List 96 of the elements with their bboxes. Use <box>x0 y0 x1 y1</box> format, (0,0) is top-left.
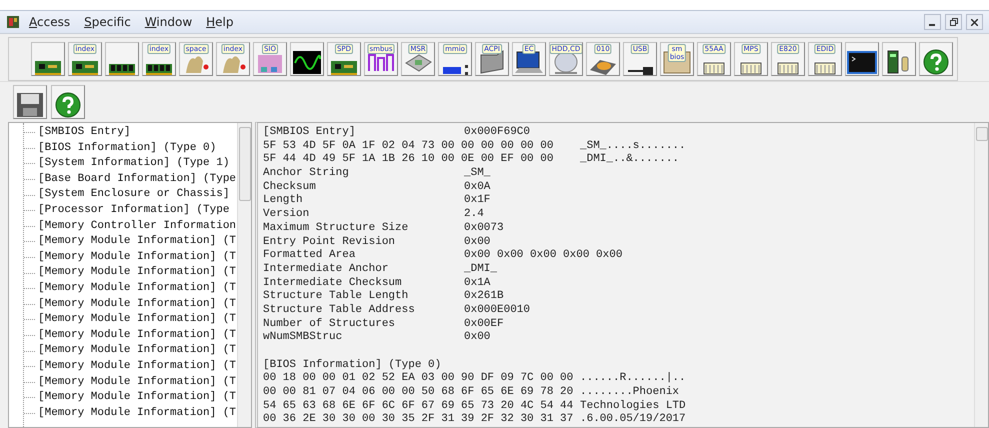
tree-item[interactable]: [Memory Module Information] (T <box>38 390 236 406</box>
scrollbar[interactable] <box>237 123 251 427</box>
tree-item[interactable]: [Memory Module Information] (T <box>38 234 236 250</box>
tree-item[interactable]: [Base Board Information] (Type <box>38 172 236 188</box>
tree-item[interactable]: [Memory Module Information] (T <box>38 280 236 297</box>
field-value: 0x000E0010 <box>464 304 530 318</box>
usb-plug-icon <box>628 67 652 75</box>
ascii-text: .6.00.05/19/2017 <box>580 413 686 428</box>
tree-item[interactable]: [Memory Module Information] (T <box>38 374 236 390</box>
field-name: Entry Point Revision <box>263 236 396 249</box>
field-value: _DMI_ <box>464 262 498 277</box>
toolbar-button[interactable] <box>845 42 879 76</box>
tree-item[interactable]: [Memory Module Information] (T <box>38 328 236 344</box>
section-heading: [BIOS Information] (Type 0) <box>263 358 442 372</box>
field-value: 0x00EF <box>464 318 504 332</box>
field-name: Intermediate Anchor <box>263 262 390 277</box>
ascii-text: ......R......|.. <box>580 372 686 386</box>
toolbar-button[interactable] <box>882 42 916 76</box>
field-value: 0x00 <box>464 331 490 345</box>
menu-item[interactable]: Specific <box>79 14 136 30</box>
hex-bytes: 54 65 63 68 6E 6F 6C 6F 67 69 65 73 20 4C 54 44 <box>263 400 574 414</box>
toolbar-button[interactable] <box>105 42 139 76</box>
tree-item[interactable]: [Memory Module Information] (T <box>38 312 236 328</box>
help-icon <box>53 92 83 118</box>
ascii-text: _SM_....s....... <box>580 140 686 154</box>
scrollbar[interactable] <box>974 123 988 427</box>
menu-item[interactable]: Help <box>201 14 239 30</box>
tree-item[interactable]: [SMBIOS Entry] <box>38 125 130 141</box>
toolbar-button[interactable] <box>290 42 324 76</box>
hex-bytes: 5F 53 4D 5F 0A 1F 02 04 73 00 00 00 00 00 00 <box>263 140 554 154</box>
tree-item[interactable]: [BIOS Information] (Type 0) <box>38 140 216 156</box>
close-button[interactable] <box>966 14 983 30</box>
field-name: Version <box>263 208 310 222</box>
waveform-icon <box>292 49 322 75</box>
field-name: Length <box>263 194 304 208</box>
tree-item[interactable]: [Memory Module Information] (T <box>38 358 236 374</box>
field-value: 2.4 <box>464 208 484 222</box>
ascii-text: _DMI_..&....... <box>580 153 680 168</box>
field-name: Checksum <box>263 180 317 194</box>
tree-item[interactable]: [Memory Module Information] (T <box>38 343 236 359</box>
restore-icon <box>950 18 958 26</box>
field-value: 0x0A <box>464 180 490 194</box>
minimize-button[interactable] <box>924 14 941 30</box>
field-name: Number of Structures <box>263 318 396 332</box>
circuit-board-icon <box>35 61 61 75</box>
field-name: wNumSMBStruc <box>263 331 344 345</box>
ascii-text: ........Phoenix <box>580 386 680 400</box>
field-name: Anchor String <box>263 167 350 181</box>
terminal-icon <box>847 49 877 75</box>
restore-button[interactable] <box>945 14 962 30</box>
rom-chip-icon <box>777 62 799 75</box>
hard-drive-icon <box>590 60 616 75</box>
close-icon <box>971 18 978 26</box>
field-name: Structure Table Length <box>263 290 410 304</box>
help-icon <box>921 49 951 75</box>
tree-item[interactable]: [Memory Module Information] (T <box>38 265 236 281</box>
hex-bytes: 00 00 81 07 04 06 00 00 50 68 6F 65 6E 69 78 20 <box>263 386 574 400</box>
tree-item[interactable]: [Memory Module Information] (T <box>38 406 236 422</box>
field-value: 0x00 <box>464 236 490 250</box>
field-name: Formatted Area <box>263 249 356 263</box>
tree-item[interactable]: [Memory Module Information] (T <box>38 296 236 312</box>
circuit-board-icon <box>331 61 357 75</box>
field-name: Maximum Structure Size <box>263 222 410 236</box>
menu-item[interactable]: Access <box>24 14 76 30</box>
hex-bytes: 00 18 00 00 01 02 52 EA 03 00 90 DF 09 7C 00 00 <box>263 372 574 386</box>
toolbar-button[interactable] <box>51 85 85 119</box>
rom-chip-icon <box>740 62 762 75</box>
memory-bar-icon <box>442 65 468 75</box>
app-icon <box>6 15 20 29</box>
hex-bytes: 00 36 2E 30 30 00 30 35 2F 31 39 2F 32 30 31 37 <box>263 413 574 428</box>
memory-module-icon <box>146 64 172 75</box>
field-value: 0x261B <box>464 290 504 304</box>
toolbar-button[interactable] <box>13 85 47 119</box>
hex-bytes: 5F 44 4D 49 5F 1A 1B 26 10 00 0E 00 EF 00 00 <box>263 153 554 167</box>
tree-item[interactable]: [System Information] (Type 1) <box>38 156 230 172</box>
tree-item[interactable]: [Memory Controller Information <box>38 218 236 234</box>
field-name: Structure Table Address <box>263 304 416 318</box>
toolbar-button[interactable] <box>31 42 65 76</box>
field-value: 0x1A <box>464 276 490 290</box>
toolbar-button[interactable] <box>919 42 953 76</box>
rom-chip-icon <box>703 62 725 75</box>
tree-item[interactable]: [Memory Module Information] (T <box>38 250 236 266</box>
field-value: 0x0073 <box>464 222 504 236</box>
circuit-board-icon <box>72 61 98 75</box>
tree-item[interactable]: [Processor Information] (Type <box>38 202 230 219</box>
rom-chip-icon <box>814 62 836 75</box>
field-value: 0x00 0x00 0x00 0x00 0x00 <box>464 249 622 263</box>
field-value: 0x000F69C0 <box>464 126 530 140</box>
field-value: 0x1F <box>464 194 490 208</box>
memory-module-icon <box>109 64 135 75</box>
tree-item[interactable]: [System Enclosure or Chassis] <box>38 187 230 203</box>
ascii-text: Technologies LTD <box>580 400 686 413</box>
menu-item[interactable]: Window <box>140 14 198 30</box>
field-value: _SM_ <box>464 167 490 181</box>
field-name: [SMBIOS Entry] <box>263 126 356 140</box>
field-name: Intermediate Checksum <box>263 276 403 290</box>
